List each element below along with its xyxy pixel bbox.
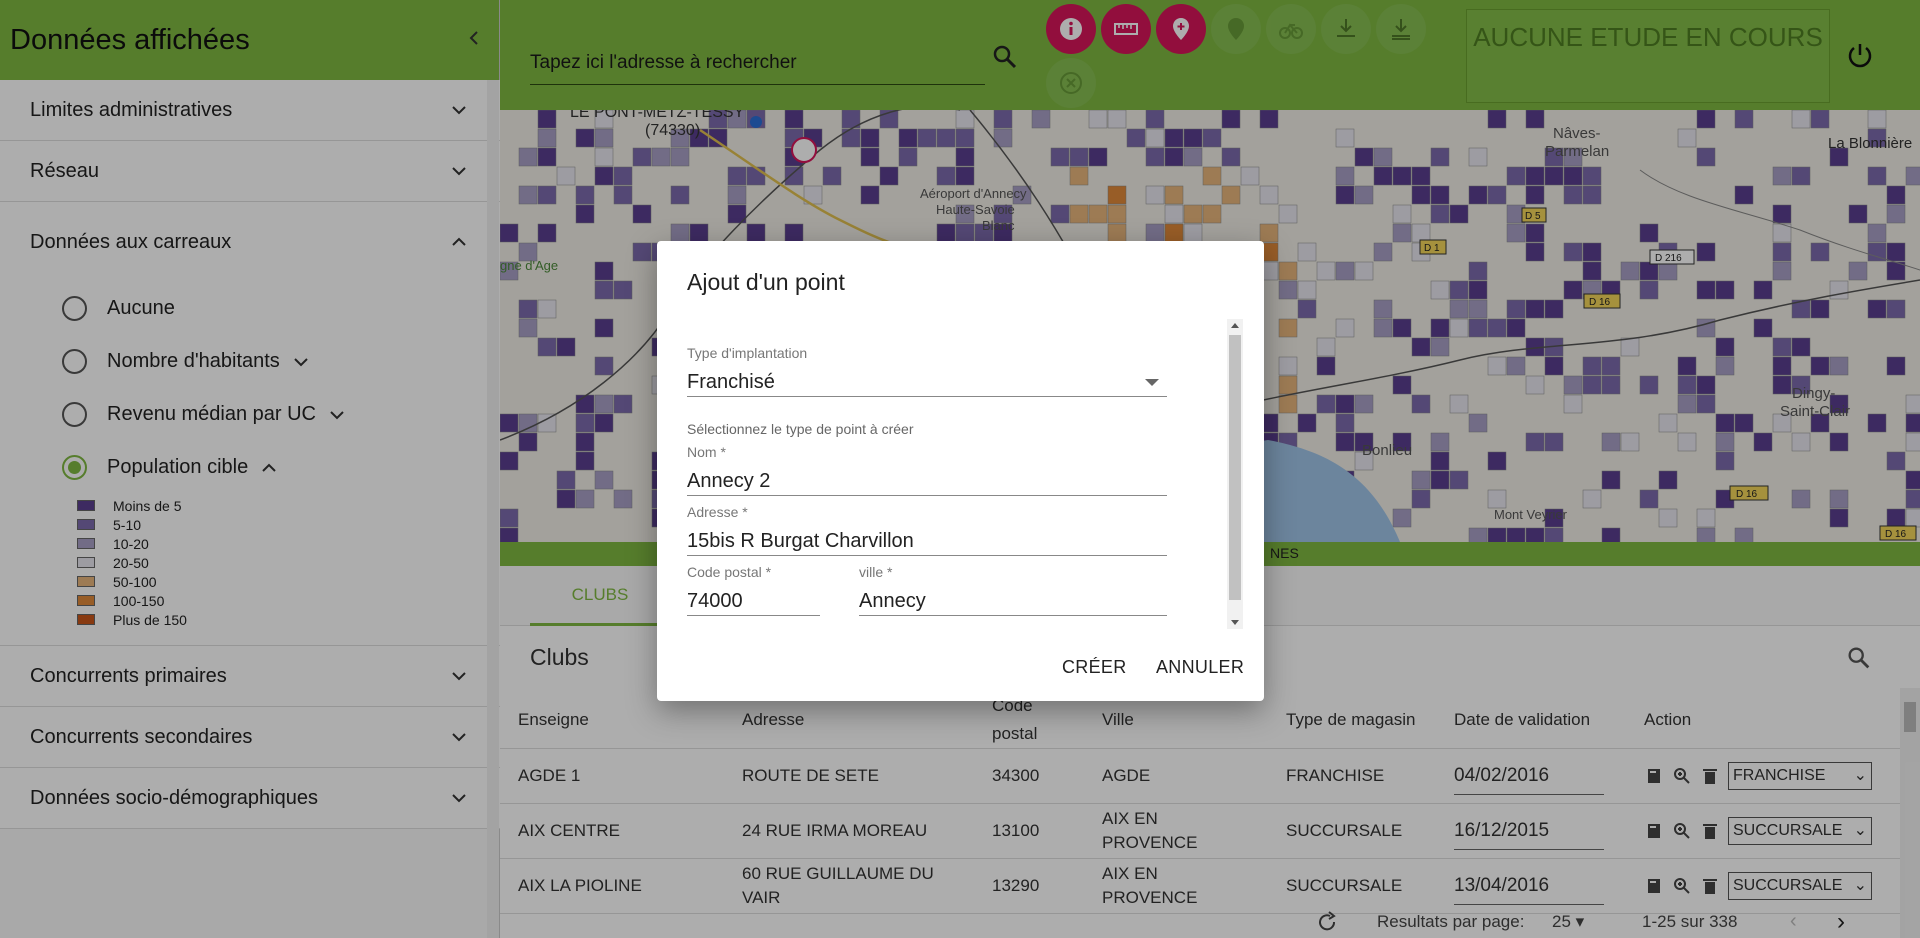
field-label: ville * <box>859 564 893 580</box>
scroll-down-icon[interactable] <box>1231 620 1239 625</box>
dialog-form: Type d'implantation Franchisé Sélectionn… <box>687 319 1243 629</box>
input-text: Annecy <box>859 589 926 612</box>
dialog-title: Ajout d'un point <box>687 269 845 295</box>
field-label: Code postal * <box>687 564 772 580</box>
dropdown-arrow-icon[interactable] <box>1145 378 1159 386</box>
field-hint: Sélectionnez le type de point à créer <box>687 421 914 437</box>
input-value[interactable]: 15bis R Burgat Charvillon <box>687 522 1167 556</box>
nom-field[interactable]: Nom * Annecy 2 <box>687 444 1167 496</box>
field-label: Nom * <box>687 444 726 460</box>
input-value[interactable]: Annecy 2 <box>687 462 1167 496</box>
add-point-dialog: Ajout d'un point Type d'implantation Fra… <box>657 241 1264 701</box>
input-value[interactable]: 74000 <box>687 582 820 616</box>
ville-field[interactable]: ville * Annecy <box>859 564 1167 616</box>
dialog-scrollbar[interactable] <box>1227 319 1243 629</box>
scroll-thumb[interactable] <box>1229 335 1241 600</box>
create-button[interactable]: CRÉER <box>1062 657 1127 678</box>
field-label: Adresse * <box>687 504 748 520</box>
field-label: Type d'implantation <box>687 345 808 361</box>
input-text: Annecy 2 <box>687 469 771 492</box>
cancel-button[interactable]: ANNULER <box>1156 657 1244 678</box>
type-implantation-select[interactable]: Type d'implantation Franchisé <box>687 345 1167 397</box>
code-postal-field[interactable]: Code postal * 74000 <box>687 564 820 616</box>
select-value-wrap[interactable]: Franchisé <box>687 363 1167 397</box>
select-value: Franchisé <box>687 370 775 393</box>
input-text: 15bis R Burgat Charvillon <box>687 529 914 552</box>
input-text: 74000 <box>687 589 743 612</box>
input-value[interactable]: Annecy <box>859 582 1167 616</box>
adresse-field[interactable]: Adresse * 15bis R Burgat Charvillon <box>687 504 1167 556</box>
scroll-up-icon[interactable] <box>1231 323 1239 328</box>
